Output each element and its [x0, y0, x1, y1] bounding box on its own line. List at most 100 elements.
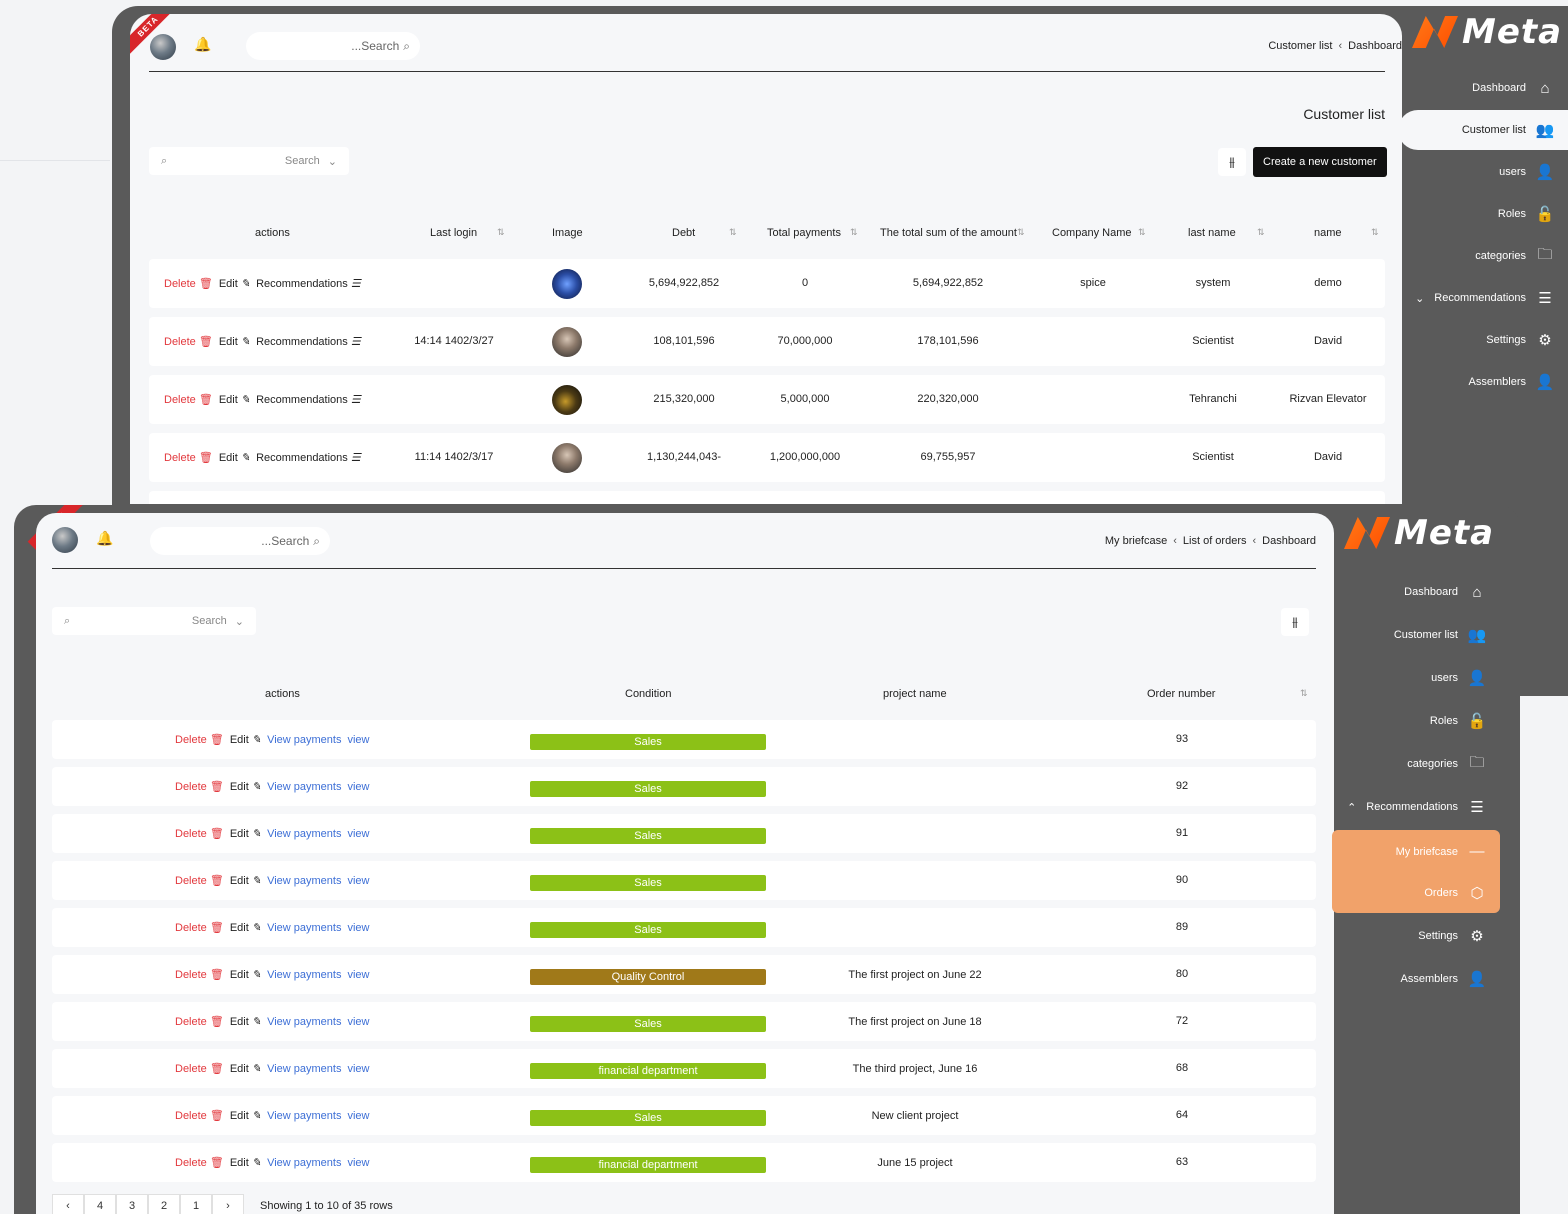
- sidebar-item-customer-list[interactable]: Customer list 👥: [1398, 110, 1568, 150]
- view-link[interactable]: view: [347, 1016, 369, 1028]
- delete-button[interactable]: Delete 🗑: [175, 827, 224, 840]
- next-page-button[interactable]: ›: [212, 1194, 244, 1214]
- bell-icon[interactable]: 🔔: [194, 36, 211, 53]
- page-button[interactable]: 2: [148, 1194, 180, 1214]
- filter-search-input[interactable]: ⌕ Search ⌄: [52, 607, 256, 635]
- sidebar-item-roles[interactable]: Roles 🔓: [1430, 701, 1500, 741]
- sort-icon[interactable]: ⇅: [497, 227, 505, 238]
- top-search-input[interactable]: ...Search ⌕: [246, 32, 420, 60]
- sidebar-item-users[interactable]: users 👤: [1499, 152, 1568, 192]
- sidebar-item-categories[interactable]: categories 🗀: [1407, 744, 1500, 784]
- recommendations-button[interactable]: Recommendations ☰: [256, 451, 361, 464]
- header-company-name[interactable]: Company Name: [1052, 227, 1131, 239]
- breadcrumb-my-briefcase[interactable]: My briefcase: [1105, 535, 1167, 547]
- view-link[interactable]: view: [347, 1157, 369, 1169]
- sort-icon[interactable]: ⇅: [729, 227, 737, 238]
- sidebar-item-recommendations[interactable]: ⌃ Recommendations ☰: [1347, 787, 1500, 827]
- delete-button[interactable]: Delete 🗑: [175, 1062, 224, 1075]
- sidebar-item-orders[interactable]: Orders ⬡: [1332, 873, 1500, 913]
- view-link[interactable]: view: [347, 969, 369, 981]
- sort-icon[interactable]: ⇅: [1138, 227, 1146, 238]
- sidebar-item-categories[interactable]: categories 🗀: [1475, 236, 1568, 276]
- breadcrumb-dashboard[interactable]: Dashboard: [1262, 535, 1316, 547]
- sort-icon[interactable]: ⇅: [850, 227, 858, 238]
- view-payments-link[interactable]: View payments: [267, 969, 341, 981]
- delete-button[interactable]: Delete 🗑: [164, 393, 213, 406]
- view-link[interactable]: view: [347, 875, 369, 887]
- page-button-current[interactable]: 1: [180, 1194, 212, 1214]
- header-name[interactable]: name: [1314, 227, 1342, 239]
- header-total-payments[interactable]: Total payments: [767, 227, 841, 239]
- bell-icon[interactable]: 🔔: [96, 530, 113, 547]
- sidebar-item-users[interactable]: users 👤: [1431, 658, 1500, 698]
- sidebar-item-settings[interactable]: Settings ⚙: [1486, 320, 1568, 360]
- breadcrumb-customer-list[interactable]: Customer list: [1268, 40, 1332, 52]
- view-payments-link[interactable]: View payments: [267, 828, 341, 840]
- sidebar-item-assemblers[interactable]: Assemblers 👤: [1401, 959, 1500, 999]
- sidebar-item-dashboard[interactable]: Dashboard ⌂: [1404, 572, 1500, 612]
- delete-button[interactable]: Delete 🗑: [175, 968, 224, 981]
- edit-button[interactable]: Edit ✎: [219, 277, 250, 290]
- delete-button[interactable]: Delete 🗑: [175, 780, 224, 793]
- sidebar-item-settings[interactable]: Settings ⚙: [1418, 916, 1500, 956]
- delete-button[interactable]: Delete 🗑: [164, 335, 213, 348]
- view-payments-link[interactable]: View payments: [267, 1110, 341, 1122]
- edit-button[interactable]: Edit ✎: [230, 780, 261, 793]
- sidebar-item-roles[interactable]: Roles 🔓: [1498, 194, 1568, 234]
- view-link[interactable]: view: [347, 1110, 369, 1122]
- header-order-number[interactable]: Order number: [1147, 688, 1215, 700]
- edit-button[interactable]: Edit ✎: [230, 921, 261, 934]
- column-settings-button[interactable]: ⫵: [1281, 608, 1309, 636]
- edit-button[interactable]: Edit ✎: [230, 1109, 261, 1122]
- view-payments-link[interactable]: View payments: [267, 734, 341, 746]
- delete-button[interactable]: Delete 🗑: [175, 733, 224, 746]
- create-customer-button[interactable]: Create a new customer: [1253, 147, 1387, 177]
- recommendations-button[interactable]: Recommendations ☰: [256, 393, 361, 406]
- breadcrumb-list-of-orders[interactable]: List of orders: [1183, 535, 1247, 547]
- view-link[interactable]: view: [347, 1063, 369, 1075]
- sidebar-item-my-briefcase[interactable]: My briefcase —: [1332, 830, 1500, 873]
- edit-button[interactable]: Edit ✎: [230, 874, 261, 887]
- view-payments-link[interactable]: View payments: [267, 1157, 341, 1169]
- sort-icon[interactable]: ⇅: [1300, 688, 1308, 699]
- delete-button[interactable]: Delete 🗑: [175, 1015, 224, 1028]
- sort-icon[interactable]: ⇅: [1257, 227, 1265, 238]
- view-payments-link[interactable]: View payments: [267, 875, 341, 887]
- avatar[interactable]: [150, 34, 176, 60]
- edit-button[interactable]: Edit ✎: [230, 733, 261, 746]
- edit-button[interactable]: Edit ✎: [230, 1015, 261, 1028]
- avatar[interactable]: [52, 527, 78, 553]
- sidebar-item-recommendations[interactable]: ⌄ Recommendations ☰: [1415, 278, 1568, 318]
- header-last-name[interactable]: last name: [1188, 227, 1236, 239]
- view-payments-link[interactable]: View payments: [267, 781, 341, 793]
- delete-button[interactable]: Delete 🗑: [175, 1156, 224, 1169]
- view-payments-link[interactable]: View payments: [267, 922, 341, 934]
- edit-button[interactable]: Edit ✎: [230, 1062, 261, 1075]
- view-link[interactable]: view: [347, 781, 369, 793]
- delete-button[interactable]: Delete 🗑: [175, 1109, 224, 1122]
- top-search-input[interactable]: ...Search ⌕: [150, 527, 330, 555]
- breadcrumb-dashboard[interactable]: Dashboard: [1348, 40, 1402, 52]
- recommendations-button[interactable]: Recommendations ☰: [256, 335, 361, 348]
- edit-button[interactable]: Edit ✎: [230, 968, 261, 981]
- page-button[interactable]: 3: [116, 1194, 148, 1214]
- delete-button[interactable]: Delete 🗑: [175, 921, 224, 934]
- view-link[interactable]: view: [347, 734, 369, 746]
- delete-button[interactable]: Delete 🗑: [175, 874, 224, 887]
- prev-page-button[interactable]: ‹: [52, 1194, 84, 1214]
- column-settings-button[interactable]: ⫵: [1218, 148, 1246, 176]
- header-last-login[interactable]: Last login: [430, 227, 477, 239]
- header-debt[interactable]: Debt: [672, 227, 695, 239]
- view-payments-link[interactable]: View payments: [267, 1016, 341, 1028]
- sort-icon[interactable]: ⇅: [1371, 227, 1379, 238]
- view-link[interactable]: view: [347, 922, 369, 934]
- edit-button[interactable]: Edit ✎: [230, 827, 261, 840]
- edit-button[interactable]: Edit ✎: [219, 335, 250, 348]
- view-link[interactable]: view: [347, 828, 369, 840]
- delete-button[interactable]: Delete 🗑: [164, 451, 213, 464]
- delete-button[interactable]: Delete 🗑: [164, 277, 213, 290]
- view-payments-link[interactable]: View payments: [267, 1063, 341, 1075]
- filter-search-input[interactable]: ⌕ Search ⌄: [149, 147, 349, 175]
- header-total-sum[interactable]: The total sum of the amount: [880, 227, 1017, 239]
- edit-button[interactable]: Edit ✎: [219, 393, 250, 406]
